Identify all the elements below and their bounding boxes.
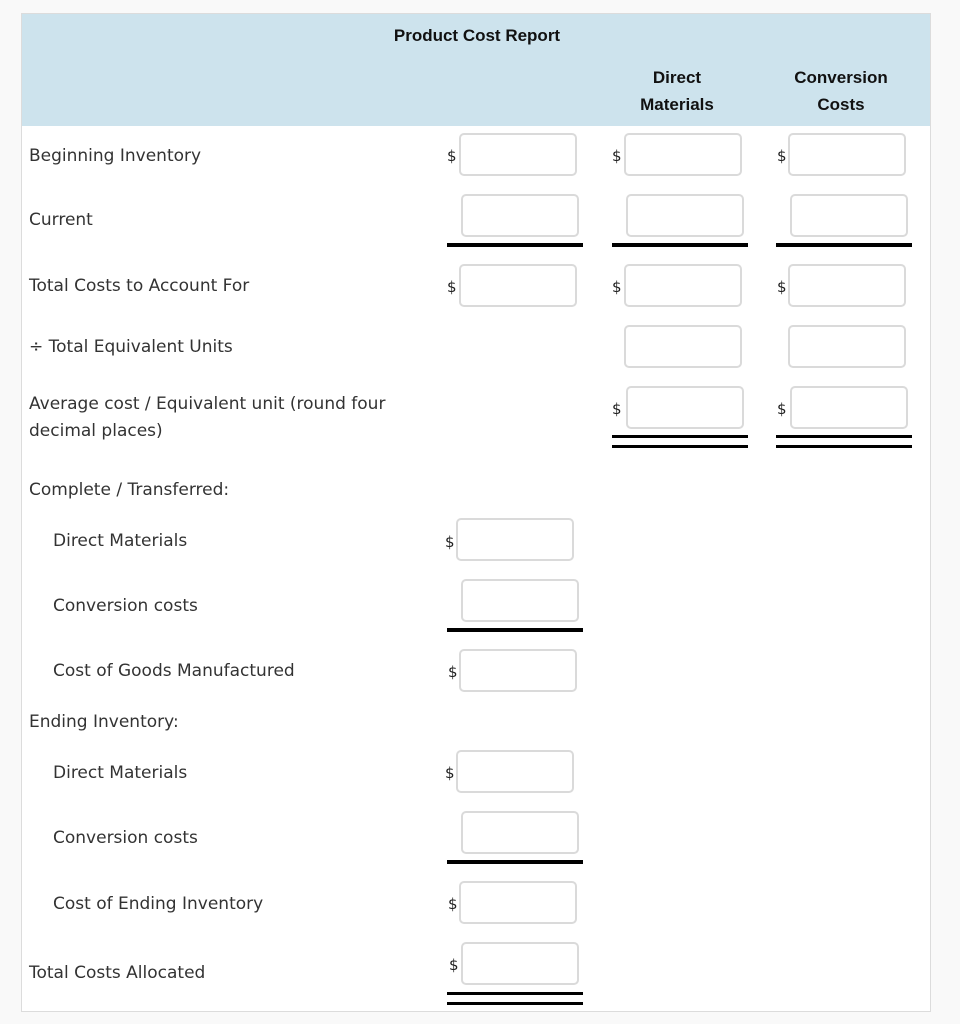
column-header-conversion-costs: Conversion Costs: [771, 64, 911, 118]
product-cost-report-panel: Product Cost Report Direct Materials Con…: [21, 13, 931, 1012]
ei-direct-materials-input[interactable]: [456, 750, 574, 793]
dollar-sign: $: [449, 956, 459, 974]
double-underline-bottom: [612, 445, 748, 448]
double-underline-bottom: [776, 445, 912, 448]
beginning-inventory-dm-input[interactable]: [624, 133, 742, 176]
label-cost-of-goods-manufactured: Cost of Goods Manufactured: [53, 661, 295, 681]
double-underline-top: [776, 435, 912, 438]
total-costs-cc-input[interactable]: [788, 264, 906, 307]
ct-direct-materials-input[interactable]: [456, 518, 574, 561]
ct-conversion-costs-input[interactable]: [461, 579, 579, 622]
label-average-cost-line1: Average cost / Equivalent unit (round fo…: [29, 394, 386, 414]
dollar-sign: $: [777, 400, 787, 418]
dollar-sign: $: [445, 533, 455, 551]
dollar-sign: $: [612, 278, 622, 296]
label-current: Current: [29, 210, 93, 230]
current-total-input[interactable]: [461, 194, 579, 237]
label-total-costs-allocated: Total Costs Allocated: [29, 963, 206, 983]
total-costs-allocated-input[interactable]: [461, 942, 579, 985]
single-underline: [447, 860, 583, 864]
current-cc-input[interactable]: [790, 194, 908, 237]
double-underline-top: [612, 435, 748, 438]
column-header-direct-materials-line1: Direct: [652, 68, 702, 87]
dollar-sign: $: [777, 147, 787, 165]
total-costs-dm-input[interactable]: [624, 264, 742, 307]
single-underline: [447, 628, 583, 632]
report-header: Product Cost Report Direct Materials Con…: [22, 14, 930, 126]
beginning-inventory-cc-input[interactable]: [788, 133, 906, 176]
dollar-sign: $: [448, 895, 458, 913]
label-ct-direct-materials: Direct Materials: [53, 531, 188, 551]
single-underline: [447, 243, 583, 247]
dollar-sign: $: [777, 278, 787, 296]
beginning-inventory-total-input[interactable]: [459, 133, 577, 176]
label-total-costs-to-account-for: Total Costs to Account For: [29, 276, 250, 296]
dollar-sign: $: [448, 663, 458, 681]
dollar-sign: $: [612, 147, 622, 165]
equivalent-units-cc-input[interactable]: [788, 325, 906, 368]
column-header-direct-materials-line2: Materials: [640, 95, 714, 114]
label-ei-conversion-costs: Conversion costs: [53, 828, 198, 848]
label-cost-of-ending-inventory: Cost of Ending Inventory: [53, 894, 264, 914]
label-complete-transferred: Complete / Transferred:: [29, 480, 230, 500]
average-cost-cc-input[interactable]: [790, 386, 908, 429]
double-underline-top: [447, 992, 583, 995]
label-ct-conversion-costs: Conversion costs: [53, 596, 198, 616]
column-header-direct-materials: Direct Materials: [607, 64, 747, 118]
dollar-sign: $: [447, 147, 457, 165]
label-average-cost-line2: decimal places): [29, 421, 163, 441]
double-underline-bottom: [447, 1002, 583, 1005]
cost-of-ending-inventory-input[interactable]: [459, 881, 577, 924]
report-title: Product Cost Report: [393, 26, 561, 45]
label-total-equivalent-units: ÷ Total Equivalent Units: [29, 337, 233, 357]
label-beginning-inventory: Beginning Inventory: [29, 146, 202, 166]
cost-of-goods-manufactured-input[interactable]: [459, 649, 577, 692]
ei-conversion-costs-input[interactable]: [461, 811, 579, 854]
column-header-conversion-costs-line1: Conversion: [794, 68, 888, 87]
total-costs-total-input[interactable]: [459, 264, 577, 307]
dollar-sign: $: [612, 400, 622, 418]
current-dm-input[interactable]: [626, 194, 744, 237]
label-ending-inventory: Ending Inventory:: [29, 712, 179, 732]
dollar-sign: $: [445, 764, 455, 782]
single-underline: [776, 243, 912, 247]
dollar-sign: $: [447, 278, 457, 296]
average-cost-dm-input[interactable]: [626, 386, 744, 429]
equivalent-units-dm-input[interactable]: [624, 325, 742, 368]
column-header-conversion-costs-line2: Costs: [817, 95, 865, 114]
single-underline: [612, 243, 748, 247]
label-ei-direct-materials: Direct Materials: [53, 763, 188, 783]
